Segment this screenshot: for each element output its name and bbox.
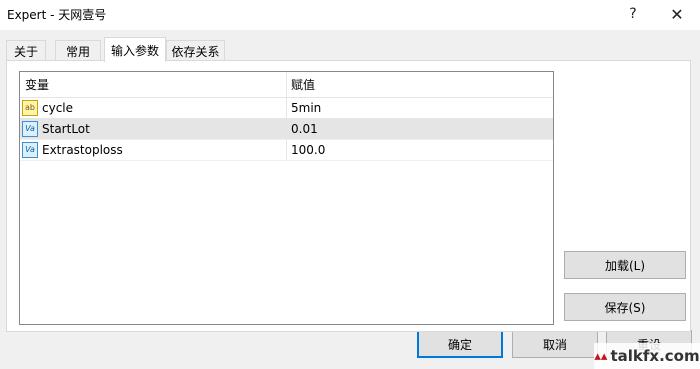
title-bar: Expert - 天网壹号 ? ✕ xyxy=(0,0,700,30)
cell-value[interactable]: 5min xyxy=(286,97,553,118)
tab-label: 依存关系 xyxy=(171,44,220,59)
watermark-text: talkfx.com xyxy=(610,347,700,365)
cell-value[interactable]: 100.0 xyxy=(286,139,553,160)
cell-value[interactable]: 0.01 xyxy=(286,118,553,139)
watermark: ▴▴ talkfx.com xyxy=(594,343,700,369)
numeric-type-icon: Va xyxy=(22,141,38,158)
table-row[interactable]: Va StartLot 0.01 xyxy=(20,118,553,140)
cell-variable: ab cycle xyxy=(20,97,286,118)
tab-label: 常用 xyxy=(65,44,90,59)
tab-common[interactable]: 常用 xyxy=(55,40,101,61)
save-button[interactable]: 保存(S) xyxy=(564,293,686,321)
close-icon: ✕ xyxy=(670,4,684,24)
cell-variable: Va Extrastoploss xyxy=(20,139,286,160)
variable-name: StartLot xyxy=(42,121,90,136)
watermark-logo-icon: ▴▴ xyxy=(594,348,608,364)
tab-inputs[interactable]: 输入参数 xyxy=(104,37,166,62)
window-title: Expert - 天网壹号 xyxy=(7,8,107,22)
tab-about[interactable]: 关于 xyxy=(6,40,46,61)
tab-label: 关于 xyxy=(13,44,38,59)
close-button[interactable]: ✕ xyxy=(657,0,697,28)
tab-dependencies[interactable]: 依存关系 xyxy=(166,40,225,61)
cancel-button[interactable]: 取消 xyxy=(512,330,598,358)
variable-name: cycle xyxy=(42,100,74,115)
cell-variable: Va StartLot xyxy=(20,118,286,139)
tab-label: 输入参数 xyxy=(110,43,159,58)
variable-name: Extrastoploss xyxy=(42,142,123,157)
table-row[interactable]: Va Extrastoploss 100.0 xyxy=(20,139,553,161)
string-type-icon: ab xyxy=(22,99,38,116)
grid-header: 变量 赋值 xyxy=(20,72,553,98)
table-row[interactable]: ab cycle 5min xyxy=(20,97,553,119)
ok-button[interactable]: 确定 xyxy=(417,330,503,358)
parameters-grid[interactable]: 变量 赋值 ab cycle 5min Va StartLot 0.01 Va … xyxy=(19,71,554,325)
help-icon: ? xyxy=(629,6,637,22)
column-header-variable[interactable]: 变量 xyxy=(20,72,286,97)
help-button[interactable]: ? xyxy=(613,0,653,28)
load-button[interactable]: 加载(L) xyxy=(564,251,686,279)
column-header-value[interactable]: 赋值 xyxy=(286,72,553,97)
numeric-type-icon: Va xyxy=(22,120,38,137)
